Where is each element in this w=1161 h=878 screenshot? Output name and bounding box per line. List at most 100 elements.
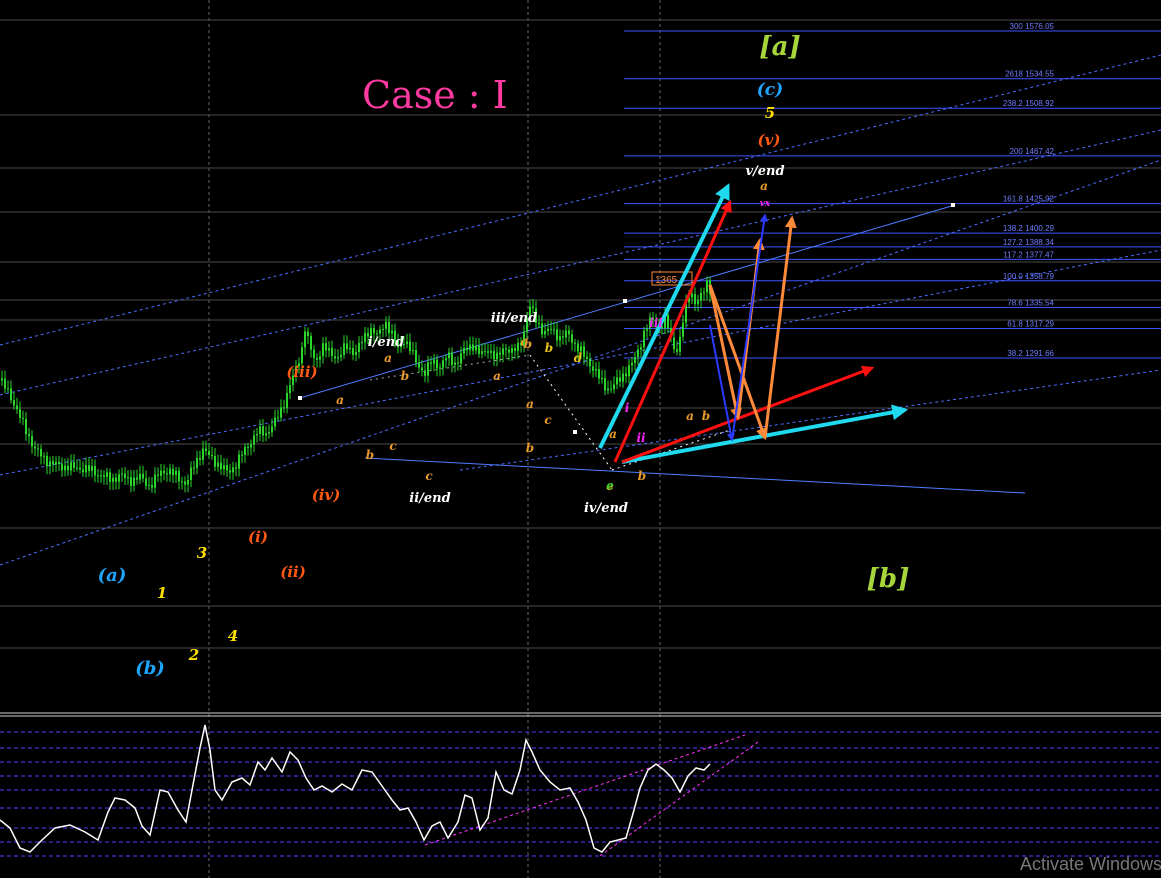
candle: [115, 473, 117, 490]
candle-body: [205, 448, 207, 452]
candle: [571, 329, 573, 351]
candle-body: [469, 344, 471, 351]
candle-body: [505, 348, 507, 350]
candle-body: [154, 474, 156, 488]
candle-body: [478, 345, 480, 354]
projection-arrows: [598, 183, 909, 464]
candle-body: [223, 465, 225, 470]
candle-body: [550, 328, 552, 330]
wave-label: v/end: [745, 164, 784, 179]
orange-arrow-up-2: [763, 215, 797, 439]
wave-label: b: [638, 469, 646, 483]
wave-label: a: [493, 369, 501, 383]
candle-body: [214, 456, 216, 467]
wave-label: c: [520, 335, 528, 349]
candle-body: [43, 455, 45, 457]
candle-body: [481, 351, 483, 354]
candle: [589, 352, 591, 374]
candle-body: [220, 462, 222, 470]
candle: [646, 324, 648, 339]
candle: [55, 456, 57, 472]
oscillator-line: [0, 724, 711, 853]
candle: [280, 399, 282, 422]
candle-body: [574, 342, 576, 344]
wave-label: i/end: [368, 335, 405, 350]
wave-label: (i): [248, 528, 268, 546]
candle-body: [244, 446, 246, 455]
candle: [385, 316, 387, 337]
candle-body: [238, 454, 240, 469]
candle-body: [280, 407, 282, 418]
wave-label: b: [401, 369, 409, 383]
candle-body: [517, 342, 519, 351]
candle-body: [445, 358, 447, 361]
candle-body: [589, 358, 591, 367]
candle: [82, 461, 84, 477]
candle: [475, 337, 477, 355]
wave-label: b: [702, 409, 710, 423]
candle-body: [436, 359, 438, 369]
candle-body: [640, 347, 642, 350]
candle-body: [601, 378, 603, 380]
candle: [304, 326, 306, 356]
dashed-channel-1: [0, 54, 1161, 346]
candle: [445, 354, 447, 369]
candle-body: [76, 467, 78, 469]
candle-body: [700, 292, 702, 301]
candle-body: [667, 314, 669, 329]
candle: [586, 351, 588, 367]
candle: [157, 467, 159, 482]
candle-body: [103, 475, 105, 477]
candle-body: [706, 280, 708, 293]
candle: [631, 357, 633, 373]
candle-body: [325, 343, 327, 351]
candle: [163, 464, 165, 481]
candle: [610, 380, 612, 393]
candle: [133, 469, 135, 492]
anchor-point-3: [573, 430, 577, 434]
lower-channel: [364, 457, 1026, 494]
candle-body: [271, 426, 273, 433]
candle-body: [142, 473, 144, 479]
candle: [178, 466, 180, 490]
candle-body: [202, 448, 204, 460]
candle-body: [106, 472, 108, 477]
candle-body: [559, 336, 561, 341]
candle: [424, 363, 426, 383]
candle-body: [418, 362, 420, 368]
candle-body: [424, 370, 426, 376]
candle-body: [499, 352, 501, 355]
candle-body: [607, 388, 609, 391]
wave-label: e: [607, 479, 614, 492]
candle-body: [412, 349, 414, 352]
candle-body: [406, 341, 408, 344]
candle-body: [19, 409, 21, 418]
candle-body: [457, 362, 459, 364]
candle-body: [463, 347, 465, 354]
candle-body: [289, 384, 291, 393]
candle-body: [157, 474, 159, 476]
candle-body: [343, 343, 345, 356]
candle-body: [697, 300, 699, 305]
candle: [505, 343, 507, 358]
candle-body: [217, 462, 219, 467]
candle: [88, 457, 90, 477]
candle-body: [379, 329, 381, 334]
candle-body: [616, 377, 618, 385]
candle: [100, 469, 102, 483]
candle: [325, 336, 327, 358]
candle-body: [703, 292, 705, 294]
candle: [211, 446, 213, 460]
candle-body: [448, 352, 450, 359]
candle-body: [484, 351, 486, 353]
candle: [154, 467, 156, 494]
candle-body: [613, 384, 615, 390]
candle: [682, 314, 684, 342]
candle-body: [514, 348, 516, 351]
candle-body: [262, 426, 264, 436]
price-tag: 1365: [655, 275, 678, 286]
wave-label: iii/end: [491, 311, 537, 326]
candle-body: [1, 378, 3, 381]
candle: [493, 344, 495, 366]
candle: [220, 454, 222, 475]
